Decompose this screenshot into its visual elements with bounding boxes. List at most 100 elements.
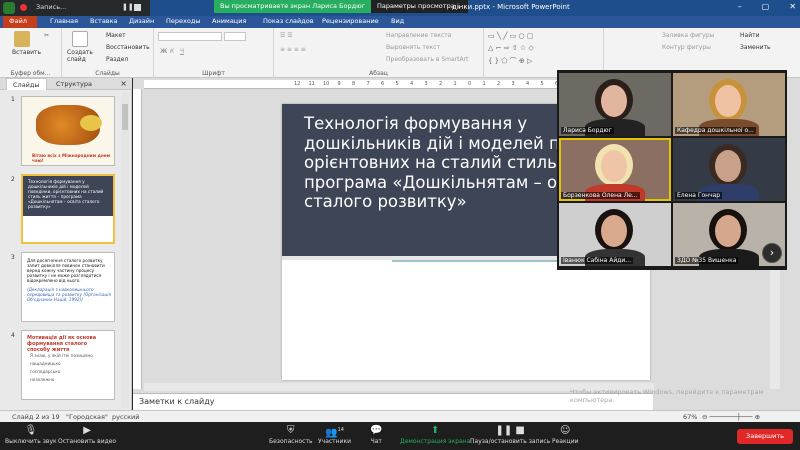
ribbon-tabs: Файл Главная Вставка Дизайн Переходы Ани… xyxy=(0,16,800,28)
shapes-gallery-row2[interactable]: △ ⌐ ⇨ ⇧ ☆ ◇ xyxy=(488,44,534,52)
mute-button[interactable]: 🎙 Выключить звук xyxy=(5,425,57,445)
reactions-button[interactable]: ☺ Реакции xyxy=(552,425,579,445)
participant-name: Борзенкова Олена Ле... xyxy=(561,192,640,199)
participant-tile[interactable]: Іванюк Сабіна Айди... xyxy=(559,203,671,266)
stop-video-button[interactable]: ▶ Остановить видео xyxy=(58,425,116,445)
minimize-button[interactable]: – xyxy=(738,2,742,11)
panel-close-icon[interactable]: × xyxy=(120,79,127,88)
share-screen-button[interactable]: ⬆ Демонстрация экрана xyxy=(400,425,470,445)
participants-label: Участники xyxy=(318,438,352,445)
share-label: Демонстрация экрана xyxy=(400,438,471,445)
window-title: дінки.pptx - Microsoft PowerPoint xyxy=(452,3,570,11)
tab-view[interactable]: Вид xyxy=(391,17,404,25)
participant-tile[interactable]: Елена Гончар xyxy=(673,138,785,201)
smartart-button[interactable]: Преобразовать в SmartArt xyxy=(386,56,468,63)
slides-panel: Слайды Структура × 1 Вітаю всіх з Міжнар… xyxy=(0,78,132,410)
underline-icon[interactable]: Ч xyxy=(180,48,184,55)
ruler-mark: 6 xyxy=(381,81,385,87)
text-direction-button[interactable]: Направление текста xyxy=(386,32,451,39)
security-button[interactable]: ⛨ Безопасность xyxy=(269,425,313,445)
slide-thumbnail-1[interactable]: Вітаю всіх з Міжнародним днем чаю! xyxy=(21,96,115,166)
slide-thumbnail-4[interactable]: Мотивація дії як основа формування стало… xyxy=(21,330,115,400)
replace-button[interactable]: Заменить xyxy=(740,44,771,51)
participant-face xyxy=(601,85,627,117)
tab-slides[interactable]: Слайды xyxy=(6,78,47,90)
share-screen-icon: ⬆ xyxy=(430,425,440,436)
participant-face xyxy=(715,85,741,117)
thumb-caption: Технологія формування у дошкільників дій… xyxy=(28,179,104,209)
zoom-slider[interactable]: ⊖ ───────┼─── ⊕ xyxy=(702,413,760,421)
tab-review[interactable]: Рецензирование xyxy=(322,17,379,25)
recording-label: Запись... xyxy=(36,3,67,11)
paragraph-label: Абзац xyxy=(369,70,388,77)
clipboard-label: Буфер обм... xyxy=(10,70,51,77)
pause-recording-icon[interactable]: ❚❚ xyxy=(122,3,134,11)
slide-thumbnail-3[interactable]: Для досягнення сталого розвитку запит до… xyxy=(21,252,115,322)
participants-icon: 👥14 xyxy=(325,427,344,439)
tab-insert[interactable]: Вставка xyxy=(90,17,118,25)
tab-transitions[interactable]: Переходы xyxy=(166,17,200,25)
scroll-thumb[interactable] xyxy=(122,104,128,130)
end-meeting-button[interactable]: Завершить xyxy=(737,429,793,444)
panel-scrollbar[interactable] xyxy=(121,92,129,408)
tab-outline[interactable]: Структура xyxy=(56,80,92,88)
thumb-number: 2 xyxy=(11,176,15,183)
stop-recording-icon[interactable] xyxy=(134,4,141,11)
shield-icon: ⛨ xyxy=(287,425,295,436)
tab-home[interactable]: Главная xyxy=(50,17,78,25)
participant-face xyxy=(601,215,627,247)
gallery-next-button[interactable]: › xyxy=(762,243,782,263)
ruler-mark: 2 xyxy=(497,81,501,87)
tab-slideshow[interactable]: Показ слайдов xyxy=(263,17,314,25)
ruler-mark: 3 xyxy=(511,81,515,87)
app-window: Запись... ❚❚ Вы просматриваете экран Лар… xyxy=(0,0,800,450)
microphone-icon: 🎙 xyxy=(24,425,38,436)
theme-name: "Городская" xyxy=(66,413,108,421)
reset-button[interactable]: Восстановить xyxy=(106,44,150,51)
shape-fill-button[interactable]: Заливка фигуры xyxy=(662,32,714,39)
pause-recording-button[interactable]: ❚❚ ■ Пауза/остановить запись xyxy=(470,425,550,445)
font-size-input[interactable] xyxy=(224,32,246,41)
tab-file[interactable]: Файл xyxy=(3,16,37,28)
cut-icon[interactable]: ✂ xyxy=(44,32,49,39)
participant-tile[interactable]: Лариса Бордюг xyxy=(559,73,671,136)
smiley-icon: ☺ xyxy=(560,425,571,436)
slide-thumbnail-2[interactable]: Технологія формування у дошкільників дій… xyxy=(21,174,115,244)
shape-outline-button[interactable]: Контур фигуры xyxy=(662,44,711,51)
participants-button[interactable]: 👥14 Участники xyxy=(318,425,351,445)
font-name-input[interactable] xyxy=(158,32,222,41)
participant-name: Кафедра дошкільної о... xyxy=(675,127,756,134)
tab-animation[interactable]: Анимация xyxy=(212,17,246,25)
thumb-caption-2: (Декларація з навколишнього середовища т… xyxy=(27,287,111,302)
recording-indicator: Запись... ❚❚ xyxy=(0,0,150,16)
bold-icon[interactable]: Ж xyxy=(160,48,167,55)
find-button[interactable]: Найти xyxy=(740,32,759,39)
close-button[interactable]: ✕ xyxy=(789,2,796,11)
thumb-number: 3 xyxy=(11,254,15,261)
slide-counter: Слайд 2 из 19 xyxy=(12,413,60,421)
chat-icon: 💬 xyxy=(370,425,383,436)
italic-icon[interactable]: К xyxy=(170,48,174,55)
shapes-gallery-row3[interactable]: { } ⬠ ⌒ ⊕ ▷ xyxy=(488,56,532,66)
bullets-icon[interactable]: ☰ ☰ xyxy=(280,32,293,39)
thumb-list-item: нащадницько xyxy=(30,361,61,366)
participant-tile[interactable]: Борзенкова Олена Ле... xyxy=(559,138,671,201)
shapes-gallery[interactable]: ▭ ╲ ╱ ▭ ○ ▢ xyxy=(488,32,534,40)
thumb-list-item: Я знаю, у якій ітеі позиціяно xyxy=(30,353,93,358)
participants-count: 14 xyxy=(337,427,344,433)
new-slide-button[interactable]: Создать слайд xyxy=(67,49,97,63)
restore-button[interactable]: ▢ xyxy=(762,2,770,11)
layout-button[interactable]: Макет xyxy=(106,32,126,39)
participant-tile[interactable]: Кафедра дошкільної о... xyxy=(673,73,785,136)
chat-button[interactable]: 💬 Чат xyxy=(370,425,382,445)
ruler-mark: 10 xyxy=(323,81,330,87)
ruler-mark: 1 xyxy=(482,81,486,87)
tab-design[interactable]: Дизайн xyxy=(129,17,154,25)
slides-group: Создать слайд Макет Восстановить Раздел … xyxy=(62,28,154,78)
section-button[interactable]: Раздел xyxy=(106,56,128,63)
slides-label: Слайды xyxy=(95,70,120,77)
paste-button[interactable]: Вставить xyxy=(12,49,41,56)
align-icons[interactable]: ≡ ≡ ≡ ≡ xyxy=(280,46,306,53)
align-text-button[interactable]: Выровнять текст xyxy=(386,44,440,51)
chat-label: Чат xyxy=(370,438,382,445)
